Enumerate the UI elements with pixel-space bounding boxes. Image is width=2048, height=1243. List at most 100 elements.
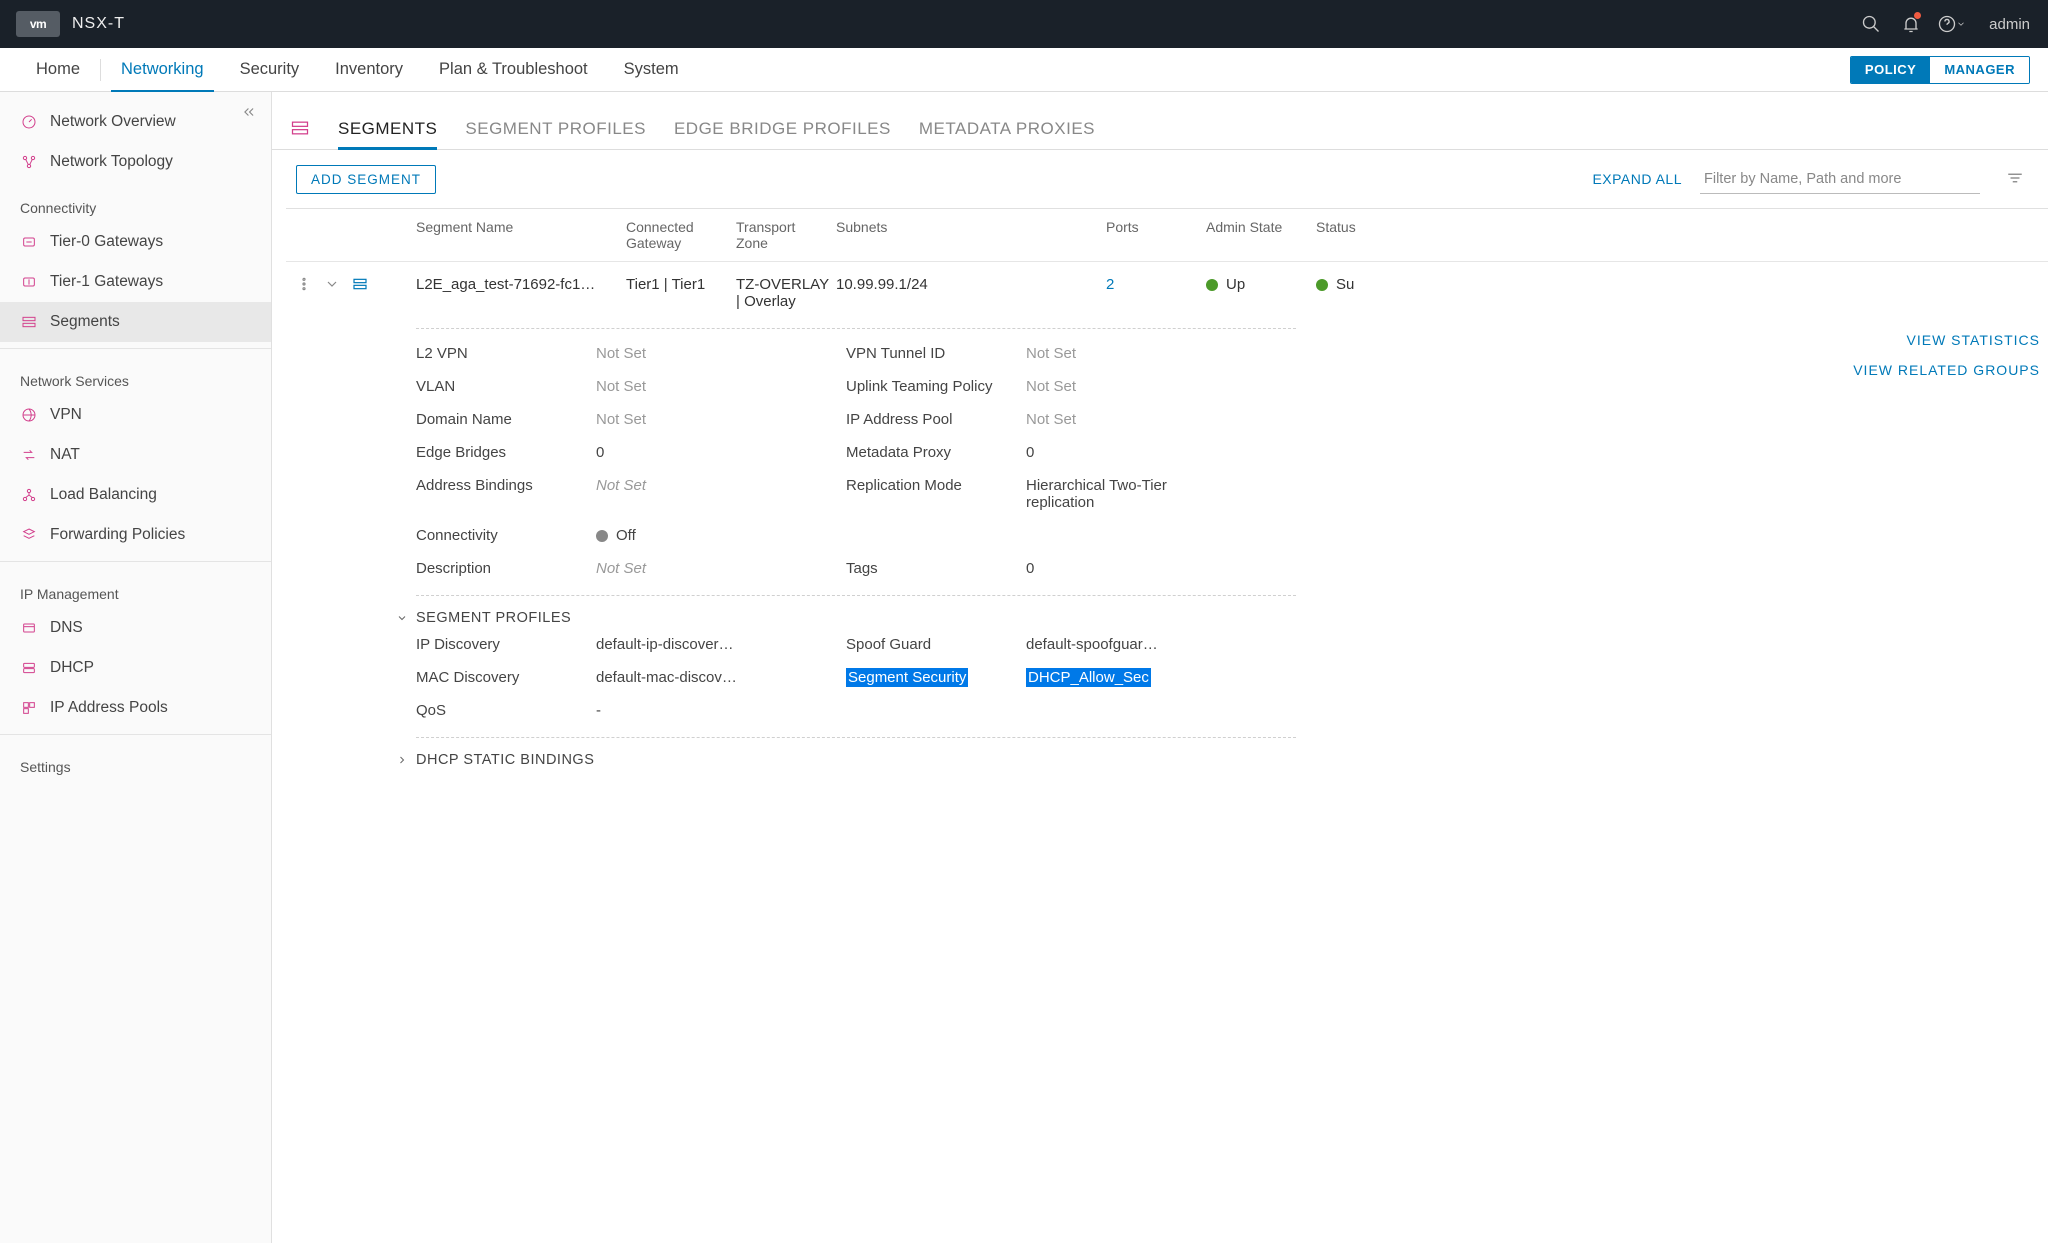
t1-icon <box>20 273 38 291</box>
profile-spoof-value: default-spoofguar… <box>1026 636 1216 653</box>
status-dot-icon <box>1206 279 1218 291</box>
profile-ip-label: IP Discovery <box>416 636 596 653</box>
sidebar-tier1-gateways[interactable]: Tier-1 Gateways <box>0 262 271 302</box>
sidebar-tier0-gateways[interactable]: Tier-0 Gateways <box>0 222 271 262</box>
conn-text: Off <box>616 527 636 544</box>
profile-sec-value: DHCP_Allow_Sec <box>1026 669 1216 686</box>
section-dhcp-static-bindings[interactable]: DHCP STATIC BINDINGS <box>396 752 1838 768</box>
section-header-label: DHCP STATIC BINDINGS <box>416 752 594 768</box>
detail-l2vpn-label: L2 VPN <box>416 345 596 362</box>
status-dot-icon <box>1316 279 1328 291</box>
mode-manager[interactable]: MANAGER <box>1930 57 2029 83</box>
detail-desc-label: Description <box>416 560 596 577</box>
status-text: Su <box>1336 276 1354 293</box>
detail-vlan-value: Not Set <box>596 378 846 395</box>
detail-repl-value: Hierarchical Two-Tier replication <box>1026 477 1216 511</box>
cell-subnets: 10.99.99.1/24 <box>836 276 1106 293</box>
detail-mdproxy-value: 0 <box>1026 444 1216 461</box>
detail-mdproxy-label: Metadata Proxy <box>846 444 1026 461</box>
cell-segment-name: L2E_aga_test-71692-fc1… <box>416 276 626 293</box>
add-segment-button[interactable]: ADD SEGMENT <box>296 165 436 194</box>
main-content: SEGMENTS SEGMENT PROFILES EDGE BRIDGE PR… <box>272 92 2048 1243</box>
dhcp-icon <box>20 659 38 677</box>
segments-grid: Segment Name Connected Gateway Transport… <box>286 208 2048 798</box>
detail-uplink-label: Uplink Teaming Policy <box>846 378 1026 395</box>
ippool-icon <box>20 699 38 717</box>
section-segment-profiles[interactable]: SEGMENT PROFILES <box>396 610 1838 626</box>
detail-vpntunnel-label: VPN Tunnel ID <box>846 345 1026 362</box>
col-status: Status <box>1316 219 1376 251</box>
dns-icon <box>20 619 38 637</box>
nav-inventory[interactable]: Inventory <box>317 48 421 92</box>
profile-qos-value: - <box>596 702 846 719</box>
sidebar-network-overview[interactable]: Network Overview <box>0 102 271 142</box>
sidebar-item-label: Network Topology <box>50 153 173 171</box>
filter-input[interactable] <box>1700 164 1980 194</box>
mode-policy[interactable]: POLICY <box>1851 57 1930 83</box>
cell-ports[interactable]: 2 <box>1106 276 1206 293</box>
bell-icon[interactable] <box>1891 4 1931 44</box>
col-connected-gateway: Connected Gateway <box>626 219 736 251</box>
tab-segments[interactable]: SEGMENTS <box>338 119 437 149</box>
expand-row-icon[interactable] <box>324 276 340 296</box>
collapse-sidebar-icon[interactable] <box>235 98 263 126</box>
profile-spoof-label: Spoof Guard <box>846 636 1026 653</box>
t0-icon <box>20 233 38 251</box>
sidebar-forwarding-policies[interactable]: Forwarding Policies <box>0 515 271 555</box>
sidebar-vpn[interactable]: VPN <box>0 395 271 435</box>
detail-domain-value: Not Set <box>596 411 846 428</box>
detail-vlan-label: VLAN <box>416 378 596 395</box>
admin-state-text: Up <box>1226 276 1245 293</box>
detail-edgebr-label: Edge Bridges <box>416 444 596 461</box>
expand-all-link[interactable]: EXPAND ALL <box>1592 171 1682 187</box>
sidebar-item-label: Network Overview <box>50 113 176 131</box>
fw-icon <box>20 526 38 544</box>
sidebar-nat[interactable]: NAT <box>0 435 271 475</box>
kebab-icon[interactable] <box>296 276 312 296</box>
nav-networking[interactable]: Networking <box>103 48 222 92</box>
profile-mac-label: MAC Discovery <box>416 669 596 686</box>
detail-repl-label: Replication Mode <box>846 477 1026 511</box>
sidebar-ip-address-pools[interactable]: IP Address Pools <box>0 688 271 728</box>
tab-metadata-proxies[interactable]: METADATA PROXIES <box>919 119 1095 149</box>
detail-tags-label: Tags <box>846 560 1026 577</box>
segment-row-icon <box>352 276 368 296</box>
view-statistics-link[interactable]: VIEW STATISTICS <box>1907 332 2041 348</box>
profile-ip-value: default-ip-discover… <box>596 636 846 653</box>
main-nav: Home Networking Security Inventory Plan … <box>0 48 2048 92</box>
sidebar: Network Overview Network Topology Connec… <box>0 92 272 1243</box>
product-name: NSX-T <box>72 15 125 33</box>
sidebar-group-connectivity: Connectivity <box>0 182 271 222</box>
detail-vpntunnel-value: Not Set <box>1026 345 1216 362</box>
status-dot-icon <box>596 530 608 542</box>
nav-system[interactable]: System <box>606 48 697 92</box>
detail-addrbind-label: Address Bindings <box>416 477 596 511</box>
tab-segment-profiles[interactable]: SEGMENT PROFILES <box>465 119 646 149</box>
sidebar-dns[interactable]: DNS <box>0 608 271 648</box>
sidebar-segments[interactable]: Segments <box>0 302 271 342</box>
nav-home[interactable]: Home <box>18 48 98 92</box>
filter-icon[interactable] <box>2006 169 2024 190</box>
help-icon[interactable] <box>1931 4 1971 44</box>
sidebar-dhcp[interactable]: DHCP <box>0 648 271 688</box>
col-transport-zone: Transport Zone <box>736 219 836 251</box>
detail-side-links: VIEW STATISTICS VIEW RELATED GROUPS <box>1838 332 2048 378</box>
sidebar-item-label: Forwarding Policies <box>50 526 185 544</box>
view-related-groups-link[interactable]: VIEW RELATED GROUPS <box>1853 362 2040 378</box>
profile-sec-label: Segment Security <box>846 669 1026 686</box>
nav-security[interactable]: Security <box>222 48 318 92</box>
user-menu[interactable]: admin <box>1989 16 2030 33</box>
detail-addrbind-value: Not Set <box>596 477 846 511</box>
tab-edge-bridge-profiles[interactable]: EDGE BRIDGE PROFILES <box>674 119 891 149</box>
cell-transport-zone: TZ-OVERLAY | Overlay <box>736 276 836 310</box>
section-header-label: SEGMENT PROFILES <box>416 610 571 626</box>
search-icon[interactable] <box>1851 4 1891 44</box>
segments-tab-icon <box>290 118 310 141</box>
sidebar-load-balancing[interactable]: Load Balancing <box>0 475 271 515</box>
nav-plan-troubleshoot[interactable]: Plan & Troubleshoot <box>421 48 606 92</box>
detail-domain-label: Domain Name <box>416 411 596 428</box>
sidebar-item-label: Tier-1 Gateways <box>50 273 163 291</box>
col-subnets: Subnets <box>836 219 1106 251</box>
sidebar-network-topology[interactable]: Network Topology <box>0 142 271 182</box>
detail-conn-label: Connectivity <box>416 527 596 544</box>
